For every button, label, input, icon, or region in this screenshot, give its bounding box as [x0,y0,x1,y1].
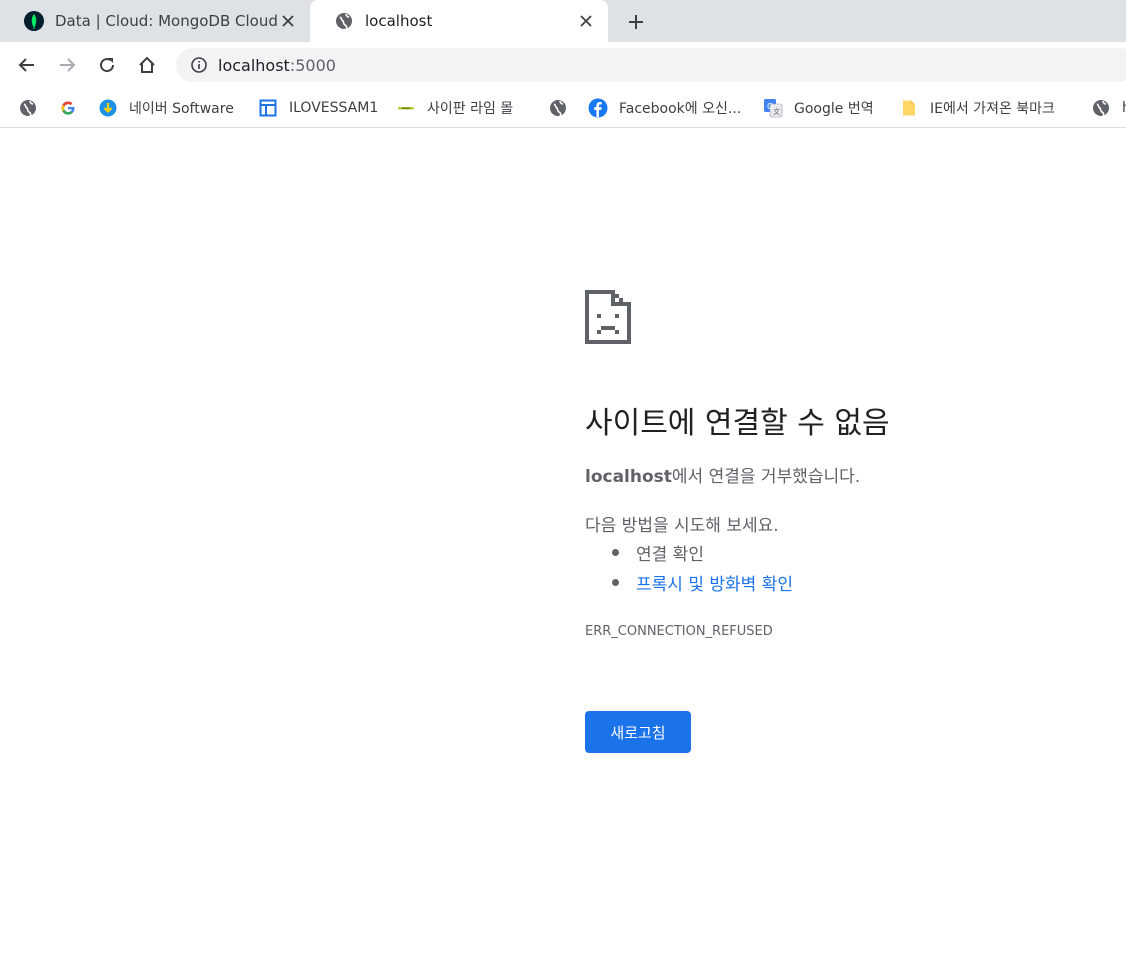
bookmarks-bar: 네이버 Software ILOVESSAM1 사이판 라임 몰 Faceboo… [0,88,1126,128]
error-host: localhost [585,467,672,487]
facebook-icon [588,98,608,118]
forward-button[interactable] [52,50,82,80]
sad-document-icon [585,290,631,344]
error-message: 에서 연결을 거부했습니다. [671,467,861,487]
bookmark-globe-1[interactable] [18,95,38,121]
bookmark-lime-mall[interactable]: 사이판 라임 몰 [396,95,513,121]
close-icon[interactable] [278,11,298,31]
suggestion-check-connection: 연결 확인 [612,540,704,565]
mongodb-leaf-icon [24,11,44,31]
suggestion-label[interactable]: 프록시 및 방화벽 확인 [636,570,793,595]
bookmark-globe-2[interactable] [548,95,568,121]
close-icon[interactable] [576,11,596,31]
home-button[interactable] [132,50,162,80]
google-icon [58,98,78,118]
bookmark-facebook[interactable]: Facebook에 오신... [588,95,741,121]
bookmark-google-translate[interactable]: G文 Google 번역 [763,95,874,121]
url-port: :5000 [289,55,336,75]
globe-icon [334,11,354,31]
tab-strip: Data | Cloud: MongoDB Cloud localhost [0,0,1126,42]
toolbar: localhost:5000 [0,42,1126,88]
suggestion-check-proxy-link[interactable]: 프록시 및 방화벽 확인 [612,570,793,595]
bookmark-folder-ie[interactable]: IE에서 가져온 북마크 [899,95,1055,121]
url-host: localhost [218,55,290,75]
tab-title: Data | Cloud: MongoDB Cloud [55,12,278,30]
bookmark-label: 사이판 라임 몰 [427,101,514,117]
error-code: ERR_CONNECTION_REFUSED [585,624,773,639]
bookmark-label: 네이버 Software [129,101,234,117]
bookmark-label: IE에서 가져온 북마크 [930,101,1055,117]
bookmark-label: ILOVESSAM1 [289,100,379,116]
tab-mongodb[interactable]: Data | Cloud: MongoDB Cloud [0,0,310,42]
reload-icon [100,58,115,73]
svg-text:文: 文 [773,107,780,116]
home-icon [139,56,155,73]
tab-title: localhost [365,12,433,30]
bookmark-label: h [1122,100,1126,116]
reload-button[interactable] [92,50,122,80]
info-icon[interactable] [190,56,208,74]
globe-icon [1091,98,1111,118]
error-title: 사이트에 연결할 수 없음 [585,406,890,441]
arrow-right-icon [60,58,76,72]
suggestion-label: 연결 확인 [636,545,704,565]
layout-icon [258,98,278,118]
tab-localhost[interactable]: localhost [310,0,608,42]
address-bar[interactable]: localhost:5000 [176,48,1126,82]
plus-icon [629,15,643,29]
globe-icon [18,98,38,118]
folder-icon [899,98,919,118]
globe-icon [548,98,568,118]
bookmark-naver-software[interactable]: 네이버 Software [98,95,234,121]
bookmark-globe-3[interactable]: h [1091,95,1126,121]
bullet [612,579,619,586]
bookmark-label: Facebook에 오신... [619,101,742,117]
reload-page-button[interactable]: 새로고침 [585,711,691,753]
error-description: localhost에서 연결을 거부했습니다. [585,462,860,487]
bookmark-ilovessam1[interactable]: ILOVESSAM1 [258,95,378,121]
bookmark-google[interactable] [58,95,78,121]
suggestions-heading: 다음 방법을 시도해 보세요. [585,516,779,536]
arrow-left-icon [18,58,34,72]
google-translate-icon: G文 [763,98,783,118]
bullet [612,549,619,556]
new-tab-button[interactable] [622,8,650,36]
naver-download-icon [98,98,118,118]
bookmark-label: Google 번역 [794,101,874,117]
lime-mall-icon [396,98,416,118]
back-button[interactable] [12,50,42,80]
